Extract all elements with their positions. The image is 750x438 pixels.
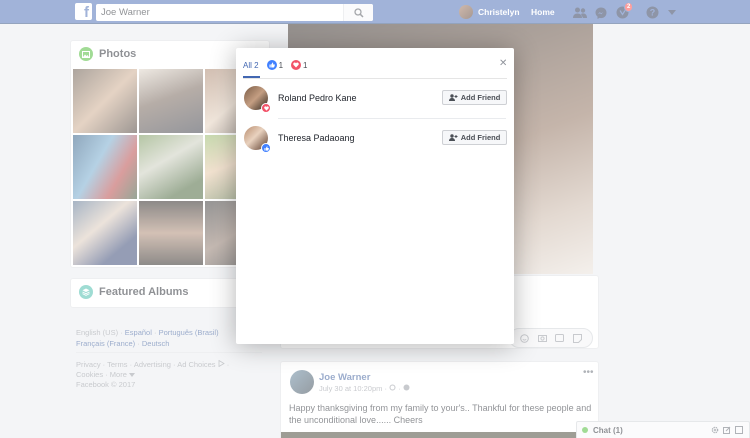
tab-label: 1 — [303, 60, 308, 70]
person-name[interactable]: Roland Pedro Kane — [278, 93, 357, 103]
reaction-tabs: All 2 1 1 — [243, 58, 315, 72]
close-icon[interactable]: ✕ — [499, 58, 507, 69]
like-icon — [266, 60, 277, 70]
love-icon — [261, 103, 271, 113]
reactions-dialog: All 2 1 1 ✕ Roland Pedro Kane Add Friend — [236, 48, 514, 344]
add-friend-icon — [448, 94, 458, 101]
tab-like[interactable]: 1 — [266, 58, 284, 72]
button-label: Add Friend — [460, 133, 501, 142]
button-label: Add Friend — [460, 93, 501, 102]
tab-love[interactable]: 1 — [291, 58, 307, 72]
divider — [243, 78, 507, 79]
tab-label: All 2 — [243, 60, 259, 70]
like-icon — [261, 143, 271, 153]
person-name[interactable]: Theresa Padaoang — [278, 133, 355, 143]
add-friend-icon — [448, 134, 458, 141]
add-friend-button[interactable]: Add Friend — [442, 130, 507, 145]
add-friend-button[interactable]: Add Friend — [442, 90, 507, 105]
list-item: Roland Pedro Kane Add Friend — [244, 86, 507, 118]
list-item: Theresa Padaoang Add Friend — [244, 126, 507, 158]
tab-all[interactable]: All 2 — [243, 58, 259, 72]
divider — [278, 118, 506, 119]
tab-label: 1 — [278, 60, 284, 70]
love-icon — [291, 60, 302, 70]
